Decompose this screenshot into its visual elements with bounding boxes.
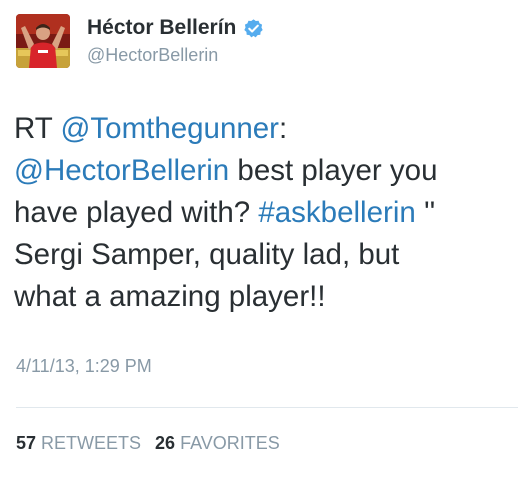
favorites-stat[interactable]: 26 FAVORITES — [155, 433, 280, 454]
favorites-label: FAVORITES — [180, 433, 280, 453]
author-name-row[interactable]: Héctor Bellerín — [87, 14, 264, 42]
tweet-text-segment: what a amazing player!! — [14, 280, 326, 313]
retweets-label: RETWEETS — [41, 433, 142, 453]
tweet-stats: 57 RETWEETS 26 FAVORITES — [16, 433, 280, 454]
tweet-text-segment: have played with? — [14, 196, 259, 229]
tweet-detail: Héctor Bellerín @HectorBellerin RT @Tomt… — [0, 0, 518, 478]
retweets-count: 57 — [16, 433, 37, 453]
tweet-text-segment: Sergi Samper, quality lad, but — [14, 238, 400, 271]
tweet-text-line: what a amazing player!! — [14, 276, 510, 318]
tweet-text-line: @HectorBellerin best player you — [14, 150, 510, 192]
divider — [16, 407, 518, 408]
retweets-stat[interactable]: 57 RETWEETS — [16, 433, 141, 454]
display-name[interactable]: Héctor Bellerín — [87, 16, 236, 40]
mention-link[interactable]: @Tomthegunner — [60, 112, 279, 145]
tweet-text-line: have played with? #askbellerin '' — [14, 192, 510, 234]
mention-link[interactable]: @HectorBellerin — [14, 154, 229, 187]
author-handle[interactable]: @HectorBellerin — [87, 45, 218, 66]
avatar[interactable] — [16, 14, 70, 68]
tweet-text-segment: RT — [14, 112, 61, 145]
tweet-text-segment: best player you — [229, 154, 438, 187]
profile-photo — [16, 14, 70, 68]
tweet-text-line: Sergi Samper, quality lad, but — [14, 234, 510, 276]
tweet-text-segment: '' — [415, 196, 436, 229]
hashtag-link[interactable]: #askbellerin — [258, 196, 415, 229]
tweet-text-segment: : — [279, 112, 288, 145]
tweet-text: RT @Tomthegunner: @HectorBellerin best pl… — [14, 108, 510, 318]
tweet-timestamp: 4/11/13, 1:29 PM — [16, 356, 152, 376]
tweet-text-line: RT @Tomthegunner: — [14, 108, 510, 150]
verified-badge-icon — [243, 18, 264, 39]
favorites-count: 26 — [155, 433, 176, 453]
